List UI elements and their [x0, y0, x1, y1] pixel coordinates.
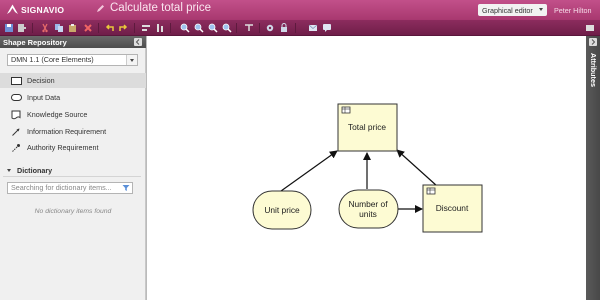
- align-icon[interactable]: [141, 23, 151, 33]
- shape-item-label: Authority Requirement: [27, 143, 99, 152]
- collapse-panel-icon[interactable]: [134, 38, 142, 46]
- dictionary-search-placeholder: Searching for dictionary items...: [11, 183, 112, 192]
- layout-icon[interactable]: [244, 23, 254, 33]
- shape-item-decision[interactable]: Decision: [0, 73, 146, 88]
- dictionary-empty-message: No dictionary items found: [34, 208, 112, 215]
- more-options-icon[interactable]: [585, 23, 595, 33]
- palette-select[interactable]: DMN 1.1 (Core Elements): [7, 54, 138, 66]
- input-data-unit-price[interactable]: Unit price: [252, 190, 312, 230]
- information-requirement-edge[interactable]: [280, 150, 338, 192]
- zoom-in-icon[interactable]: [180, 23, 190, 33]
- document-title-text: Calculate total price: [110, 2, 211, 14]
- brand-name: SIGNAVIO: [21, 4, 65, 15]
- chevron-down-icon: [539, 8, 543, 11]
- undo-icon[interactable]: [105, 23, 115, 33]
- expand-panel-icon[interactable]: [589, 38, 597, 46]
- save-icon[interactable]: [4, 23, 14, 33]
- redo-icon[interactable]: [118, 23, 128, 33]
- toolbar-separator: [295, 23, 296, 33]
- editor-mode-label: Graphical editor: [482, 5, 533, 15]
- zoom-fit-icon[interactable]: [208, 23, 218, 33]
- shape-repository-header: Shape Repository: [0, 36, 146, 48]
- filter-icon[interactable]: [122, 184, 130, 195]
- shape-item-label: Decision: [27, 76, 55, 85]
- save-options-icon[interactable]: [17, 23, 27, 33]
- cut-icon[interactable]: [40, 23, 50, 33]
- user-menu[interactable]: Peter Hilton: [554, 6, 592, 15]
- attributes-panel-tab[interactable]: Attributes: [586, 36, 600, 300]
- pencil-icon: [97, 4, 104, 12]
- paste-icon[interactable]: [68, 23, 78, 33]
- input-data-icon: [10, 93, 22, 103]
- document-title[interactable]: Calculate total price: [96, 2, 211, 14]
- decision-label: Total price: [348, 122, 387, 132]
- mail-icon[interactable]: [308, 23, 318, 33]
- distribute-icon[interactable]: [155, 23, 165, 33]
- palette-select-value: DMN 1.1 (Core Elements): [11, 55, 94, 64]
- panel-title: Shape Repository: [3, 38, 67, 47]
- toolbar-separator: [236, 23, 237, 33]
- delete-icon[interactable]: [83, 23, 93, 33]
- shape-repository-panel: Shape Repository DMN 1.1 (Core Elements)…: [0, 36, 146, 300]
- app-header: SIGNAVIO Calculate total price Graphical…: [0, 0, 600, 20]
- zoom-reset-icon[interactable]: [222, 23, 232, 33]
- decision-discount[interactable]: Discount: [422, 184, 483, 233]
- editor-mode-dropdown[interactable]: Graphical editor: [478, 4, 547, 16]
- shape-item-label: Input Data: [27, 93, 61, 102]
- diagram-canvas[interactable]: Total price Discount Unit price Number o…: [146, 36, 586, 300]
- decision-total-price[interactable]: Total price: [337, 103, 398, 152]
- input-data-label-line1: Number of: [348, 199, 388, 209]
- toolbar: [0, 20, 600, 36]
- chevron-down-icon: [7, 169, 11, 172]
- decision-label: Discount: [436, 203, 469, 213]
- shape-item-knowledge-source[interactable]: Knowledge Source: [0, 107, 146, 122]
- toolbar-separator: [259, 23, 260, 33]
- diagram-svg: Total price Discount Unit price Number o…: [252, 103, 483, 233]
- chevron-down-icon: [126, 55, 137, 65]
- settings-icon[interactable]: [265, 23, 275, 33]
- decision-icon: [10, 76, 22, 86]
- signavio-logo-icon: [7, 4, 18, 14]
- lock-icon[interactable]: [279, 23, 289, 33]
- shape-item-label: Knowledge Source: [27, 110, 88, 119]
- input-data-label-line2: units: [359, 209, 377, 219]
- copy-icon[interactable]: [54, 23, 64, 33]
- decision-table-icon: [341, 106, 351, 114]
- shape-item-label: Information Requirement: [27, 127, 107, 136]
- information-requirement-icon: [10, 127, 22, 137]
- information-requirement-edge[interactable]: [396, 149, 438, 187]
- divider: [3, 176, 141, 177]
- authority-requirement-icon: [10, 143, 22, 153]
- input-data-label: Unit price: [264, 205, 300, 215]
- dictionary-title: Dictionary: [17, 166, 53, 175]
- attributes-label: Attributes: [589, 53, 598, 87]
- toolbar-separator: [32, 23, 33, 33]
- comment-icon[interactable]: [322, 23, 332, 33]
- input-data-number-of-units[interactable]: Number of units: [338, 189, 399, 229]
- signavio-logo[interactable]: SIGNAVIO: [6, 3, 64, 16]
- toolbar-separator: [134, 23, 135, 33]
- dictionary-search-input[interactable]: Searching for dictionary items...: [7, 182, 133, 194]
- dictionary-section-header[interactable]: Dictionary: [0, 164, 146, 176]
- toolbar-separator: [98, 23, 99, 33]
- shape-item-authority-requirement[interactable]: Authority Requirement: [0, 140, 146, 155]
- zoom-out-icon[interactable]: [194, 23, 204, 33]
- shape-item-information-requirement[interactable]: Information Requirement: [0, 124, 146, 139]
- shape-item-input-data[interactable]: Input Data: [0, 90, 146, 105]
- knowledge-source-icon: [10, 110, 22, 120]
- decision-table-icon: [426, 187, 436, 195]
- toolbar-separator: [170, 23, 171, 33]
